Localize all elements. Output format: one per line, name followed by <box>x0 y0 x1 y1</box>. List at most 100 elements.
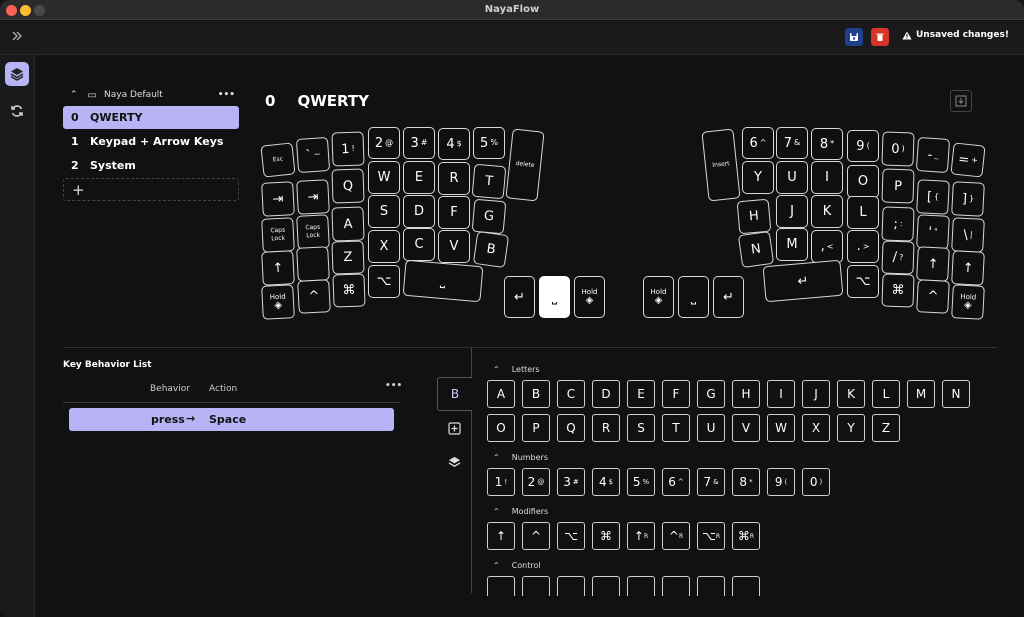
export-button[interactable] <box>950 90 972 112</box>
key-left-34[interactable]: ↵ <box>504 276 535 318</box>
key-right-19[interactable]: ;: <box>881 206 915 242</box>
layer-item-keypad[interactable]: 1 Keypad + Arrow Keys <box>63 130 239 153</box>
palette-key[interactable]: Z <box>872 414 900 442</box>
palette-key[interactable]: 7 & <box>697 468 725 496</box>
key-left-1[interactable]: ` ~ <box>295 136 331 174</box>
key-right-15[interactable]: H <box>736 198 772 235</box>
palette-key[interactable]: X <box>802 414 830 442</box>
key-left-35[interactable]: ⎵ <box>539 276 570 318</box>
key-left-18[interactable]: S <box>368 195 400 228</box>
palette-key[interactable]: B <box>522 380 550 408</box>
key-right-2[interactable]: 7 & <box>776 127 808 159</box>
palette-key[interactable]: 9( <box>767 468 795 496</box>
add-layer-button[interactable]: + <box>63 178 239 201</box>
palette-key[interactable]: ↑ <box>487 522 515 550</box>
key-right-10[interactable]: I <box>811 161 843 194</box>
layer-item-qwerty[interactable]: 0 QWERTY <box>63 106 239 129</box>
key-left-3[interactable]: 2 @ <box>368 127 400 159</box>
key-left-12[interactable]: E <box>403 161 435 194</box>
key-right-12[interactable]: P <box>881 168 915 204</box>
palette-key[interactable] <box>697 576 725 596</box>
key-right-28[interactable]: ↑ <box>951 250 985 286</box>
key-left-6[interactable]: 5% <box>473 127 505 159</box>
key-left-5[interactable]: 4 $ <box>438 128 470 160</box>
key-left-22[interactable]: ↑ <box>261 250 295 286</box>
palette-key[interactable]: 4 $ <box>592 468 620 496</box>
tab-combos[interactable] <box>437 411 472 445</box>
close-window-button[interactable] <box>6 5 17 16</box>
palette-key[interactable]: 2 @ <box>522 468 550 496</box>
palette-key[interactable]: 0) <box>802 468 830 496</box>
key-left-14[interactable]: T <box>471 163 507 200</box>
key-left-27[interactable]: V <box>438 230 470 263</box>
palette-key[interactable]: ⌘ <box>592 522 620 550</box>
key-left-31[interactable]: ⌘ <box>332 273 366 308</box>
palette-key[interactable]: D <box>592 380 620 408</box>
palette-key[interactable] <box>522 576 550 596</box>
minimize-window-button[interactable] <box>20 5 31 16</box>
key-left-11[interactable]: W <box>368 161 400 194</box>
more-options-icon[interactable]: ••• <box>218 90 235 100</box>
palette-key[interactable]: V <box>732 414 760 442</box>
key-right-27[interactable]: ↑ <box>916 246 950 282</box>
key-right-34[interactable]: Hold ◈ <box>643 276 674 318</box>
palette-key[interactable]: ⌥ R <box>697 522 725 550</box>
key-right-4[interactable]: 9( <box>847 130 879 162</box>
key-left-16[interactable]: Caps Lock <box>296 214 330 250</box>
key-left-8[interactable]: ⇥ <box>261 181 295 217</box>
key-right-1[interactable]: 6 ^ <box>742 127 774 159</box>
palette-section-numbers[interactable]: ⌃ Numbers <box>493 448 1007 466</box>
key-right-5[interactable]: 0) <box>881 131 915 167</box>
key-right-32[interactable]: ^ <box>916 279 950 314</box>
palette-key[interactable]: K <box>837 380 865 408</box>
palette-key[interactable]: H <box>732 380 760 408</box>
palette-key[interactable]: 8 * <box>732 468 760 496</box>
behavior-row[interactable]: press → Space <box>69 408 394 431</box>
palette-key[interactable] <box>627 576 655 596</box>
palette-key[interactable]: ↑ R <box>627 522 655 550</box>
palette-key[interactable]: 3 # <box>557 468 585 496</box>
key-left-2[interactable]: 1! <box>331 131 365 167</box>
key-right-25[interactable]: . > <box>847 230 879 263</box>
more-options-icon[interactable]: ••• <box>385 381 402 391</box>
key-right-13[interactable]: [{ <box>916 179 950 215</box>
key-left-4[interactable]: 3 # <box>403 127 435 159</box>
double-chevron-right-icon[interactable] <box>10 29 26 45</box>
palette-key[interactable]: I <box>767 380 795 408</box>
palette-key[interactable]: ^ <box>522 522 550 550</box>
key-left-21[interactable]: G <box>471 198 507 235</box>
key-left-15[interactable]: Caps Lock <box>261 217 295 253</box>
palette-key[interactable]: R <box>592 414 620 442</box>
key-left-10[interactable]: Q <box>331 168 365 204</box>
palette-key[interactable] <box>592 576 620 596</box>
key-right-17[interactable]: K <box>811 195 843 228</box>
palette-section-modifiers[interactable]: ⌃ Modifiers <box>493 502 1007 520</box>
key-left-17[interactable]: A <box>331 206 365 242</box>
key-left-0[interactable]: Esc <box>260 142 296 178</box>
key-right-3[interactable]: 8 * <box>811 128 843 160</box>
key-right-23[interactable]: M <box>776 228 808 261</box>
palette-section-control[interactable]: ⌃ Control <box>493 556 1007 574</box>
palette-key[interactable]: ^ R <box>662 522 690 550</box>
palette-key[interactable]: W <box>767 414 795 442</box>
palette-key[interactable]: J <box>802 380 830 408</box>
palette-key[interactable] <box>732 576 760 596</box>
palette-key[interactable]: U <box>697 414 725 442</box>
palette-key[interactable]: N <box>942 380 970 408</box>
palette-key[interactable]: 6 ^ <box>662 468 690 496</box>
palette-key[interactable]: S <box>627 414 655 442</box>
key-left-23[interactable] <box>296 246 330 282</box>
key-left-7[interactable]: delete <box>505 128 545 202</box>
key-left-25[interactable]: X <box>368 230 400 263</box>
key-right-6[interactable]: - _ <box>915 136 951 174</box>
key-left-33[interactable]: ⎵ <box>402 259 484 303</box>
chevron-up-icon[interactable]: ⌃ <box>70 90 78 100</box>
key-left-20[interactable]: F <box>438 196 470 229</box>
key-right-36[interactable]: ↵ <box>713 276 744 318</box>
key-left-13[interactable]: R <box>438 162 470 195</box>
zoom-window-button[interactable] <box>34 5 45 16</box>
palette-key[interactable]: G <box>697 380 725 408</box>
palette-key[interactable]: E <box>627 380 655 408</box>
key-right-16[interactable]: J <box>776 195 808 228</box>
key-right-11[interactable]: O <box>847 165 879 198</box>
